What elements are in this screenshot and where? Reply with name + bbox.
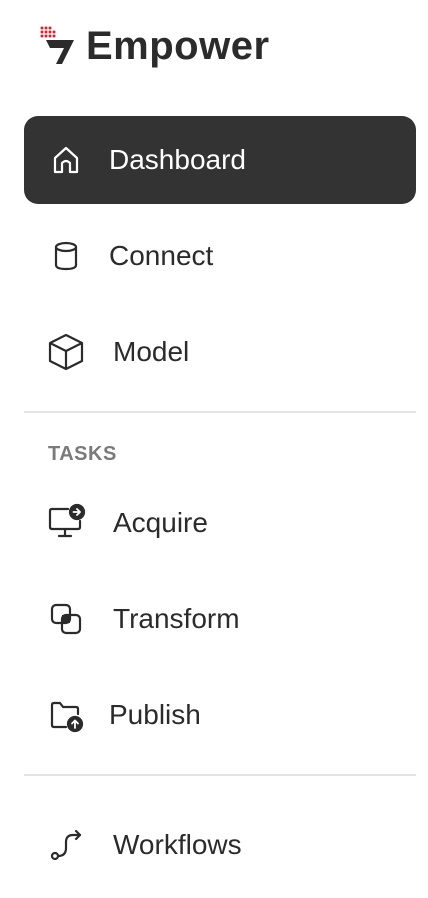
- nav-item-model[interactable]: Model: [24, 308, 416, 396]
- nav-item-publish[interactable]: Publish: [24, 671, 416, 759]
- brand-logo[interactable]: Empower: [40, 22, 270, 70]
- database-icon: [46, 236, 86, 276]
- section-heading-tasks: TASKS: [48, 443, 117, 465]
- nav-item-label: Model: [113, 336, 190, 367]
- nav-item-label: Publish: [109, 699, 201, 730]
- nav-item-label: Connect: [109, 240, 214, 271]
- divider: [24, 411, 416, 413]
- brand-name: Empower: [86, 24, 270, 68]
- nav-item-transform[interactable]: Transform: [24, 575, 416, 663]
- nav-item-label: Transform: [113, 603, 240, 634]
- nav-item-workflows[interactable]: Workflows: [24, 801, 416, 889]
- divider: [24, 774, 416, 776]
- nav-item-label: Acquire: [113, 507, 208, 538]
- nav-item-dashboard[interactable]: Dashboard: [24, 116, 416, 204]
- nav-item-label: Workflows: [113, 829, 242, 860]
- overlap-squares-icon: [46, 599, 86, 639]
- nav-item-label: Dashboard: [109, 144, 246, 175]
- folder-upload-icon: [46, 695, 86, 735]
- home-icon: [46, 140, 86, 180]
- nav-item-connect[interactable]: Connect: [24, 212, 416, 300]
- empower-logo-icon: [40, 26, 80, 66]
- nav-item-acquire[interactable]: Acquire: [24, 479, 416, 567]
- route-icon: [46, 825, 86, 865]
- monitor-arrow-icon: [46, 503, 86, 543]
- cube-icon: [46, 332, 86, 372]
